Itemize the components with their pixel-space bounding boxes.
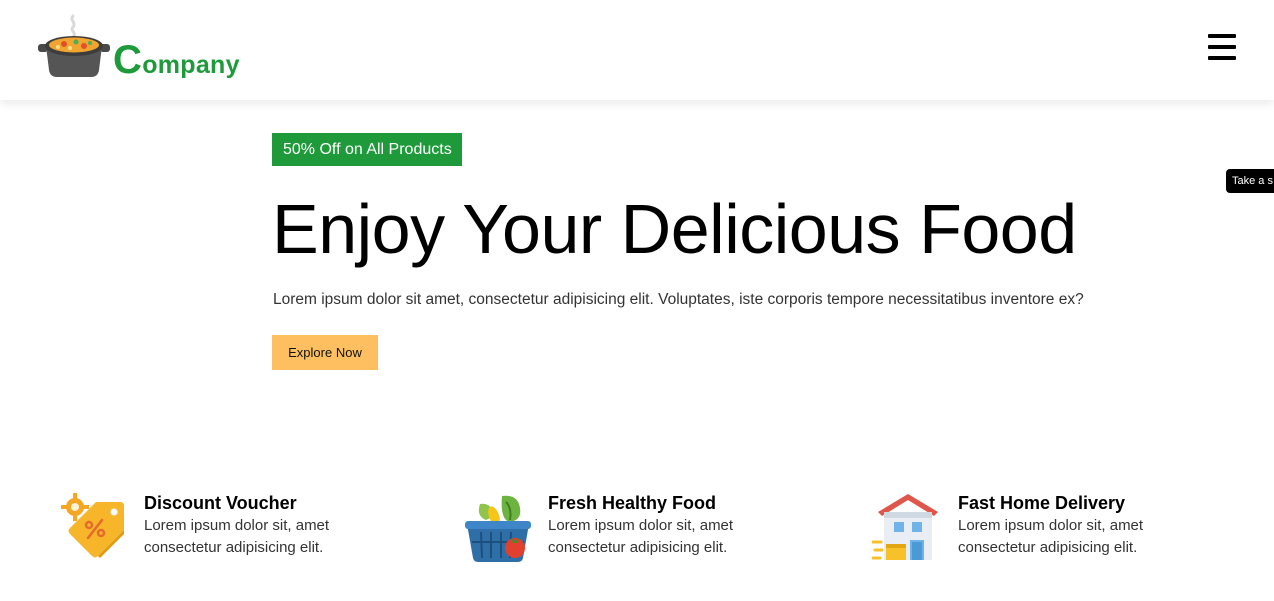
feature-discount-voucher: Discount Voucher Lorem ipsum dolor sit, … [58,490,354,566]
explore-now-button[interactable]: Explore Now [272,335,378,370]
hamburger-menu-icon[interactable] [1204,34,1240,64]
hero-title: Enjoy Your Delicious Food [272,190,1077,268]
company-logo[interactable]: Company [37,14,240,80]
delivery-house-icon [872,494,938,560]
discount-tag-icon [61,493,124,558]
logo-text: Company [113,38,240,82]
site-header: Company [0,0,1274,100]
feature-text: Lorem ipsum dolor sit, amet consectetur … [548,517,734,556]
feature-fresh-healthy-food: Fresh Healthy Food Lorem ipsum dolor sit… [462,490,758,566]
feature-text: Lorem ipsum dolor sit, amet consectetur … [958,517,1144,556]
soup-pot-icon [38,14,110,77]
feature-title: Discount Voucher [144,493,297,513]
screenshot-tooltip[interactable]: Take a s [1226,169,1274,193]
discount-badge: 50% Off on All Products [272,133,462,166]
feature-text: Lorem ipsum dolor sit, amet consectetur … [144,517,330,556]
feature-fast-home-delivery: Fast Home Delivery Lorem ipsum dolor sit… [872,490,1168,566]
feature-title: Fast Home Delivery [958,493,1126,513]
hero-description: Lorem ipsum dolor sit amet, consectetur … [273,291,1084,308]
feature-title: Fresh Healthy Food [548,493,717,513]
vegetable-basket-icon [465,495,531,562]
